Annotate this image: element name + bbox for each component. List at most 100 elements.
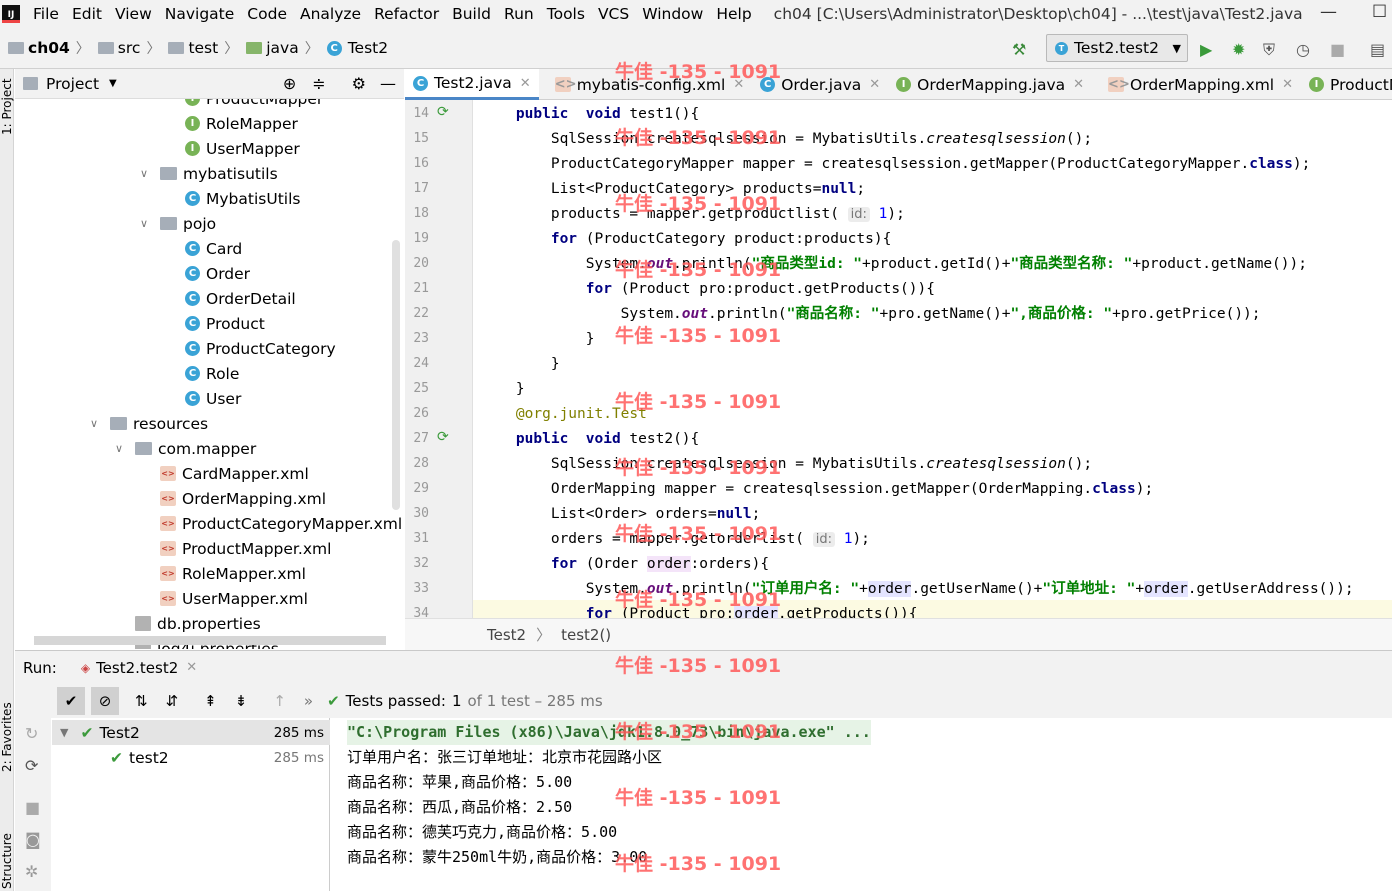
show-ignored-icon[interactable]: ⊘ [91,687,119,715]
tree-item[interactable]: <> ProductMapper.xml [160,536,331,561]
gear-icon[interactable]: ⚙ [352,74,366,93]
expand-all-icon[interactable]: ⇞ [204,692,217,710]
editor-tab[interactable]: <> OrderMapping.xml ✕ [1092,69,1301,100]
settings-icon[interactable]: ✲ [25,862,38,881]
editor-tab[interactable]: <> mybatis-config.xml ✕ [539,69,753,100]
coverage-icon[interactable]: ⛨ [1263,40,1275,60]
camera-icon[interactable]: ◙ [25,830,41,849]
breadcrumb-project[interactable]: ch04 〉 [0,38,90,58]
breadcrumb-class[interactable]: Test2 [487,626,526,644]
tree-item[interactable]: C ProductCategory [185,336,336,361]
favorites-tool-tab[interactable]: 2: Favorites [0,702,14,772]
minimize-icon[interactable]: — [1320,2,1337,22]
close-icon[interactable]: ✕ [1073,77,1084,92]
tree-item[interactable]: I ProductMapper [185,99,323,111]
collapse-all-icon[interactable]: ≑ [312,74,325,93]
project-tool-tab[interactable]: 1: Project [0,78,14,135]
editor-tab[interactable]: C Order.java ✕ [752,69,888,100]
vertical-scrollbar[interactable] [392,240,400,510]
breadcrumb-test[interactable]: test 〉 [160,38,238,58]
maximize-icon[interactable]: ☐ [1372,2,1387,22]
close-icon[interactable]: ✕ [186,660,197,675]
menu-navigate[interactable]: Navigate [165,5,235,23]
test-case-row[interactable]: ✔ test2 285 ms [52,745,330,770]
run-tab-test2[interactable]: Test2.test2 [96,659,178,677]
tree-item[interactable]: C MybatisUtils [185,186,300,211]
editor-tab[interactable]: C Test2.java ✕ [405,69,539,100]
chevron-down-icon[interactable]: ∨ [140,167,154,180]
test-suite-row[interactable]: ▼ ✔ Test2 285 ms [52,720,330,745]
run-configuration-select[interactable]: T Test2.test2 ▼ [1046,34,1188,62]
editor-tab[interactable]: I ProductMa [1301,69,1392,100]
rerun-failed-icon[interactable]: ↻ [25,724,38,743]
tree-item[interactable]: ∨ resources [90,411,208,436]
menu-edit[interactable]: Edit [72,5,102,23]
debug-icon[interactable]: ✹ [1232,40,1245,59]
menu-code[interactable]: Code [247,5,287,23]
breadcrumb-src[interactable]: src 〉 [90,38,160,58]
run-test-gutter-icon[interactable]: ⟳ [437,104,449,120]
tree-item[interactable]: ∨ mybatisutils [140,161,278,186]
profiler-icon[interactable]: ◷ [1296,40,1310,59]
tree-item[interactable]: C Card [185,236,242,261]
tree-item[interactable]: C Role [185,361,239,386]
tree-item[interactable]: <> RoleMapper.xml [160,561,306,586]
chevron-down-icon[interactable]: ∨ [90,417,104,430]
previous-icon[interactable]: ↑ [273,692,286,710]
menu-tools[interactable]: Tools [547,5,585,23]
project-structure-icon[interactable]: ▤ [1370,40,1385,59]
chevron-down-icon[interactable]: ▼ [60,726,68,739]
menu-analyze[interactable]: Analyze [300,5,361,23]
tree-item[interactable]: ∨ pojo [140,211,216,236]
structure-tool-tab[interactable]: Structure [0,833,14,889]
editor-tab[interactable]: I OrderMapping.java ✕ [888,69,1092,100]
menu-help[interactable]: Help [716,5,751,23]
tree-item[interactable]: <> CardMapper.xml [160,461,309,486]
tree-item[interactable]: I RoleMapper [185,111,298,136]
menu-run[interactable]: Run [504,5,534,23]
hide-icon[interactable]: — [380,74,396,93]
sort-duration-icon[interactable]: ⇵ [166,692,179,710]
console-output[interactable]: "C:\Program Files (x86)\Java\jdk1.8.0_73… [331,718,1392,891]
menu-build[interactable]: Build [452,5,491,23]
build-hammer-icon[interactable]: ⚒ [1012,40,1026,59]
breadcrumb-test2[interactable]: C Test2 [319,39,388,57]
close-icon[interactable]: ✕ [733,77,744,92]
tree-item[interactable]: <> UserMapper.xml [160,586,308,611]
tree-item[interactable]: db.properties [135,611,261,636]
run-icon[interactable]: ▶ [1200,40,1212,59]
tree-item[interactable]: C Order [185,261,250,286]
collapse-all-icon[interactable]: ⇟ [235,692,248,710]
tree-item[interactable]: ∨ com.mapper [115,436,256,461]
tree-item[interactable]: <> OrderMapping.xml [160,486,326,511]
code-editor[interactable]: public void test1(){ SqlSession createsq… [473,100,1392,618]
tree-item[interactable]: <> ProductCategoryMapper.xml [160,511,402,536]
chevron-down-icon[interactable]: ∨ [115,442,129,455]
locate-icon[interactable]: ⊕ [283,74,296,93]
menu-window[interactable]: Window [642,5,703,23]
sort-alpha-icon[interactable]: ⇅ [135,692,148,710]
tree-item[interactable]: C User [185,386,241,411]
close-icon[interactable]: ✕ [869,77,880,92]
project-panel-title[interactable]: Project [46,75,99,93]
run-test-gutter-icon[interactable]: ⟳ [437,429,449,445]
breadcrumb-java[interactable]: java 〉 [238,38,319,58]
chevron-down-icon[interactable]: ▼ [109,78,117,89]
more-icon[interactable]: » [304,692,313,710]
close-icon[interactable]: ✕ [1282,77,1293,92]
breadcrumb-method[interactable]: test2() [561,626,611,644]
menu-file[interactable]: File [33,5,59,23]
tree-item[interactable]: C Product [185,311,265,336]
toggle-auto-test-icon[interactable]: ⟳ [25,756,38,775]
stop-icon[interactable]: ■ [25,798,40,817]
menu-view[interactable]: View [115,5,152,23]
chevron-down-icon[interactable]: ∨ [140,217,154,230]
close-icon[interactable]: ✕ [520,76,531,91]
show-passed-icon[interactable]: ✔ [57,687,85,715]
horizontal-scrollbar[interactable] [34,636,386,645]
stop-icon[interactable]: ■ [1330,40,1345,59]
tree-item[interactable]: I UserMapper [185,136,300,161]
menu-vcs[interactable]: VCS [598,5,629,23]
tree-item[interactable]: C OrderDetail [185,286,296,311]
menu-refactor[interactable]: Refactor [374,5,439,23]
